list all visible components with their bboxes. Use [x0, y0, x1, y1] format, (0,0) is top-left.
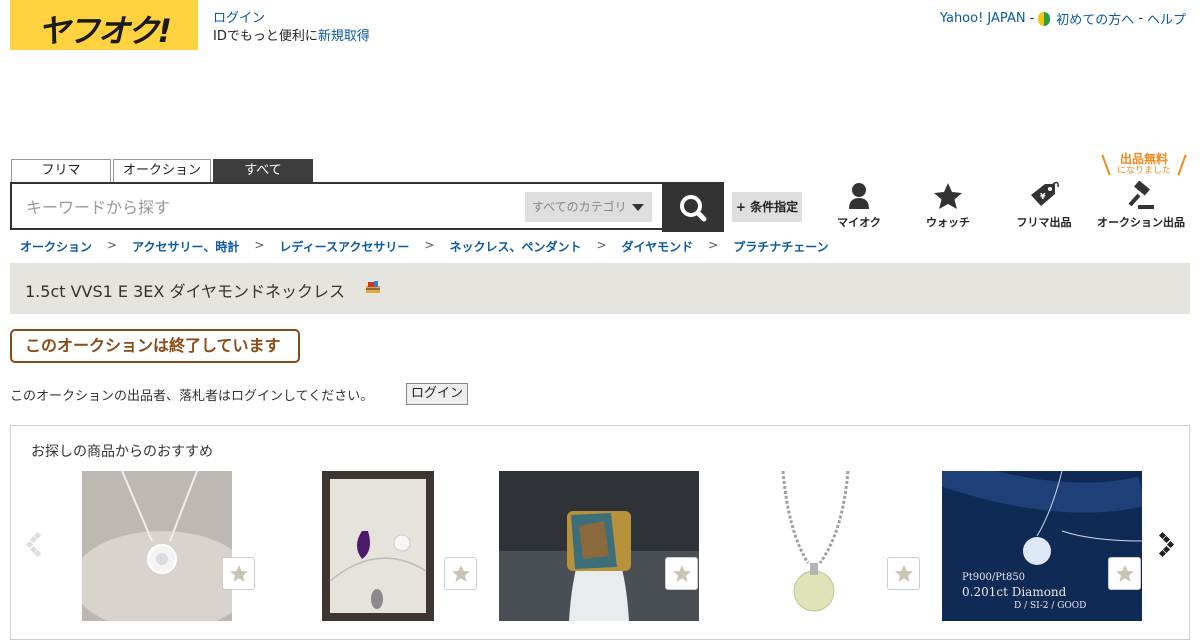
free-badge-sub: になりました — [1116, 166, 1171, 176]
breadcrumb-separator: > — [254, 238, 265, 252]
watch-button[interactable] — [887, 557, 920, 590]
star-icon — [452, 565, 470, 582]
breadcrumb-separator: > — [596, 238, 607, 252]
breadcrumb-item[interactable]: レディースアクセサリー — [279, 238, 409, 255]
logo-text: ヤフオク! — [38, 12, 172, 50]
diamond-pendant-necklace-image[interactable] — [82, 471, 232, 621]
breadcrumb: オークション > アクセサリー、時計 > レディースアクセサリー > ネックレス… — [20, 238, 829, 255]
help-link[interactable]: ヘルプ — [1147, 9, 1186, 28]
nav-auction-sell[interactable]: オークション出品 — [1090, 180, 1192, 230]
breadcrumb-separator: > — [424, 238, 435, 252]
yahoo-japan-link[interactable]: Yahoo! JAPAN — [940, 11, 1026, 26]
chevron-right-icon — [1158, 531, 1175, 558]
item-title-bar: 1.5ct VVS1 E 3EX ダイヤモンドネックレス — [10, 263, 1190, 314]
recommendation-panel: お探しの商品からのおすすめ Pt900/Pt850 0.201ct Diamon… — [10, 425, 1190, 640]
amethyst-diamond-pendants-image[interactable] — [322, 471, 434, 621]
search-tabs: フリマ オークション すべて — [11, 159, 313, 182]
item-title: 1.5ct VVS1 E 3EX ダイヤモンドネックレス — [25, 282, 345, 301]
chevron-left-icon — [25, 531, 42, 558]
nav-label: オークション出品 — [1097, 216, 1185, 229]
auction-ended-badge: このオークションは終了しています — [10, 329, 300, 363]
nav-label: フリマ出品 — [1016, 216, 1072, 229]
login-button[interactable]: ログイン — [406, 383, 469, 405]
opal-gold-ring-image[interactable] — [499, 471, 699, 621]
tab-all[interactable]: すべて — [213, 159, 313, 182]
login-link[interactable]: ログイン — [213, 11, 265, 26]
star-icon — [1116, 565, 1134, 582]
chevron-down-icon — [632, 204, 644, 211]
star-icon — [895, 565, 913, 582]
carousel-next-arrow[interactable] — [1157, 531, 1177, 563]
overlay-text: D / SI-2 / GOOD — [1014, 601, 1087, 611]
free-badge-main: 出品無料 — [1119, 152, 1168, 166]
signup-link[interactable]: 新規取得 — [318, 29, 370, 44]
login-area: ログイン IDでもっと便利に新規取得 — [213, 10, 370, 46]
star-icon — [673, 565, 691, 582]
category-select[interactable]: すべてのカテゴリ — [525, 192, 652, 222]
auction-mini-icon — [365, 279, 381, 298]
top-links: Yahoo! JAPAN - 初めての方へ - ヘルプ — [940, 9, 1186, 28]
search-icon — [680, 195, 707, 222]
nav-label: ウォッチ — [926, 216, 970, 229]
recommendation-title: お探しの商品からのおすすめ — [31, 444, 213, 460]
nav-label: マイオク — [837, 216, 881, 229]
category-select-label: すべてのカテゴリ — [532, 200, 627, 214]
nav-watch[interactable]: ウォッチ — [898, 180, 998, 230]
overlay-text: Pt900/Pt850 — [962, 572, 1026, 583]
search-box: すべてのカテゴリ — [10, 182, 722, 230]
tab-flea-market[interactable]: フリマ — [11, 159, 111, 182]
tab-auction[interactable]: オークション — [113, 159, 211, 182]
login-notice: このオークションの出品者、落札者はログインしてください。 — [10, 389, 374, 404]
diamond-necklace-blue-image[interactable]: Pt900/Pt850 0.201ct Diamond D / SI-2 / G… — [942, 471, 1142, 621]
star-icon — [230, 565, 248, 582]
svg-text:¥: ¥ — [1040, 192, 1046, 201]
user-icon — [849, 183, 869, 209]
breadcrumb-separator: > — [107, 238, 118, 252]
condition-button[interactable]: + 条件指定 — [732, 192, 802, 222]
star-icon — [934, 183, 962, 209]
price-tag-icon: ¥ — [1031, 181, 1059, 206]
breadcrumb-item[interactable]: オークション — [20, 238, 92, 255]
breadcrumb-item[interactable]: ネックレス、ペンダント — [449, 238, 581, 255]
top-link-separator: - — [1138, 11, 1143, 26]
beginner-mark-icon — [1038, 11, 1051, 26]
search-input[interactable] — [24, 190, 518, 224]
top-link-separator: - — [1029, 11, 1035, 26]
signup-prefix: IDでもっと便利に — [213, 29, 318, 44]
breadcrumb-item[interactable]: プラチナチェーン — [733, 238, 828, 255]
breadcrumb-separator: > — [708, 238, 719, 252]
breadcrumb-item[interactable]: ダイヤモンド — [622, 238, 694, 255]
nav-flea-market-sell[interactable]: ¥ フリマ出品 — [998, 180, 1090, 230]
carousel-prev-arrow[interactable] — [25, 531, 45, 563]
watch-button[interactable] — [1108, 557, 1141, 590]
watch-button[interactable] — [665, 557, 698, 590]
first-time-link[interactable]: 初めての方へ — [1056, 9, 1134, 28]
gavel-icon — [1128, 181, 1154, 209]
header-nav: マイオク ウォッチ ¥ フリマ出品 オークション出品 — [820, 180, 1192, 230]
breadcrumb-item[interactable]: アクセサリー、時計 — [132, 238, 239, 255]
watch-button[interactable] — [444, 557, 477, 590]
free-listing-badge: 出品無料 になりました — [1101, 152, 1187, 176]
search-button[interactable] — [662, 182, 724, 232]
nav-my-auction[interactable]: マイオク — [820, 180, 898, 230]
overlay-text: 0.201ct Diamond — [962, 585, 1067, 599]
yellow-diamond-pendant-image[interactable] — [758, 471, 870, 621]
yahuoku-logo[interactable]: ヤフオク! — [10, 0, 198, 50]
watch-button[interactable] — [222, 557, 255, 590]
